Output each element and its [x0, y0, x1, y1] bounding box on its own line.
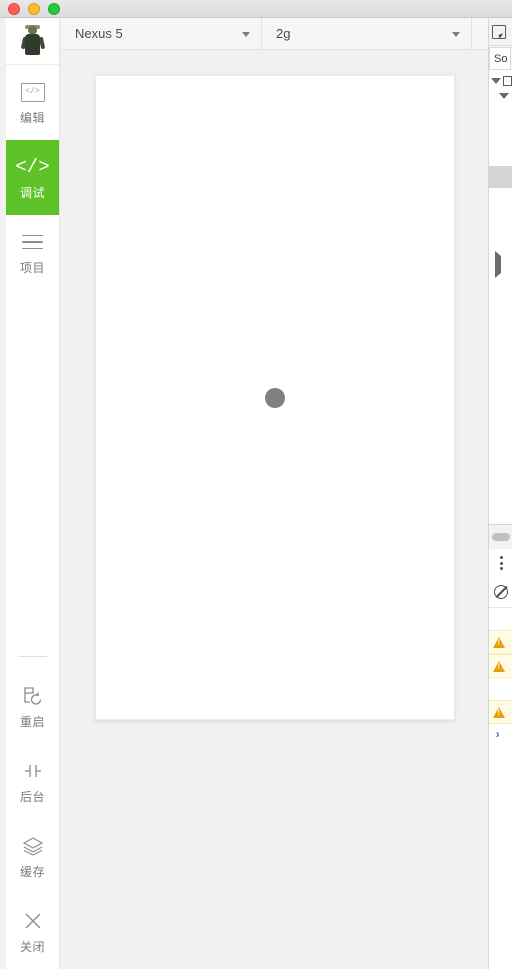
triangle-right-icon[interactable]: [495, 251, 501, 278]
close-x-icon: [21, 910, 45, 932]
sidebar-bottom-group: 重启 后台 缓存 关闭: [6, 656, 59, 969]
prompt-chevron-icon: ›: [494, 728, 502, 742]
sidebar-item-cache-label: 缓存: [19, 865, 45, 879]
avatar-head: [27, 26, 37, 34]
sidebar-item-edit[interactable]: </> 编辑: [6, 65, 59, 140]
chevron-down-icon: [242, 31, 250, 37]
triangle-down-icon[interactable]: [491, 77, 501, 84]
code-icon: </>: [15, 156, 49, 178]
chevron-down-icon: [452, 31, 460, 37]
left-sidebar: </> 编辑 </> 调试 项目 重启 后台 缓存 关闭: [6, 18, 60, 969]
devtools-tabbar: So: [489, 46, 512, 70]
drawer-pill-icon: [492, 533, 510, 541]
sidebar-item-restart[interactable]: 重启: [6, 669, 59, 744]
clear-console-icon[interactable]: [494, 585, 508, 599]
element-tag-icon: [503, 75, 512, 86]
code-box-glyph: </>: [20, 82, 45, 102]
sidebar-item-project-label: 项目: [19, 261, 45, 275]
simulator-stage: [61, 50, 488, 969]
sidebar-item-restart-label: 重启: [19, 715, 45, 729]
code-box-icon: </>: [20, 81, 45, 103]
sidebar-item-background[interactable]: 后台: [6, 744, 59, 819]
avatar-container[interactable]: [6, 18, 59, 65]
console-menu-bar: [489, 549, 512, 578]
app-window: </> 编辑 </> 调试 项目 重启 后台 缓存 关闭 Nexus 5 2g …: [0, 0, 512, 969]
selected-tree-row[interactable]: [489, 166, 512, 188]
warning-icon: [493, 706, 505, 718]
top-toolbar: Nexus 5 2g: [61, 18, 488, 50]
console-row-warning[interactable]: [489, 700, 512, 724]
sidebar-item-project[interactable]: 项目: [6, 215, 59, 290]
console-prompt[interactable]: ›: [489, 724, 512, 746]
sidebar-item-close[interactable]: 关闭: [6, 894, 59, 969]
zoom-window-button[interactable]: [48, 3, 60, 15]
device-select-value: Nexus 5: [75, 26, 123, 41]
console-message-list: ›: [489, 608, 512, 746]
phone-simulator[interactable]: [95, 75, 455, 720]
tree-row[interactable]: [489, 73, 512, 88]
tab-sources[interactable]: So: [489, 46, 511, 69]
hamburger-icon: [21, 231, 45, 253]
background-icon: [21, 760, 45, 782]
device-select[interactable]: Nexus 5: [61, 18, 262, 49]
devtools-panel: So ! ! ! ›: [488, 18, 512, 969]
console-row-warning[interactable]: [489, 654, 512, 678]
network-select[interactable]: 2g: [262, 18, 472, 49]
console-row-blank: [489, 678, 512, 700]
tree-row[interactable]: [489, 88, 512, 103]
loading-spinner: [265, 387, 285, 408]
kebab-menu-icon[interactable]: [499, 556, 503, 570]
tree-row-collapsed[interactable]: [493, 251, 501, 278]
sidebar-item-debug[interactable]: </> 调试: [6, 140, 59, 215]
titlebar: [0, 0, 512, 18]
dom-tree: [489, 70, 512, 103]
hamburger-lines: [22, 234, 43, 250]
network-select-value: 2g: [276, 26, 291, 41]
console-filter-bar: [489, 577, 512, 608]
layers-icon: [21, 835, 45, 857]
inspect-element-icon[interactable]: [492, 24, 506, 39]
sidebar-item-cache[interactable]: 缓存: [6, 819, 59, 894]
warning-icon: [493, 636, 505, 648]
console-row-blank: [489, 608, 512, 630]
window-controls: [8, 3, 60, 15]
devtools-toolbar: [489, 18, 512, 46]
sidebar-top-group: </> 编辑 </> 调试 项目: [6, 65, 59, 290]
sidebar-item-debug-label: 调试: [19, 186, 45, 200]
avatar-body: [24, 34, 40, 55]
console-row-warning[interactable]: [489, 630, 512, 654]
warning-icon: [493, 660, 505, 672]
restart-icon: [21, 685, 45, 707]
drawer-handle[interactable]: [489, 525, 512, 550]
triangle-down-icon[interactable]: [499, 92, 509, 99]
minimize-window-button[interactable]: [28, 3, 40, 15]
sidebar-item-close-label: 关闭: [19, 940, 45, 954]
close-window-button[interactable]: [8, 3, 20, 15]
code-glyph: </>: [15, 155, 50, 178]
sidebar-divider: [18, 656, 47, 657]
sidebar-item-edit-label: 编辑: [19, 111, 45, 125]
sidebar-item-background-label: 后台: [19, 790, 45, 804]
avatar: [20, 25, 45, 56]
